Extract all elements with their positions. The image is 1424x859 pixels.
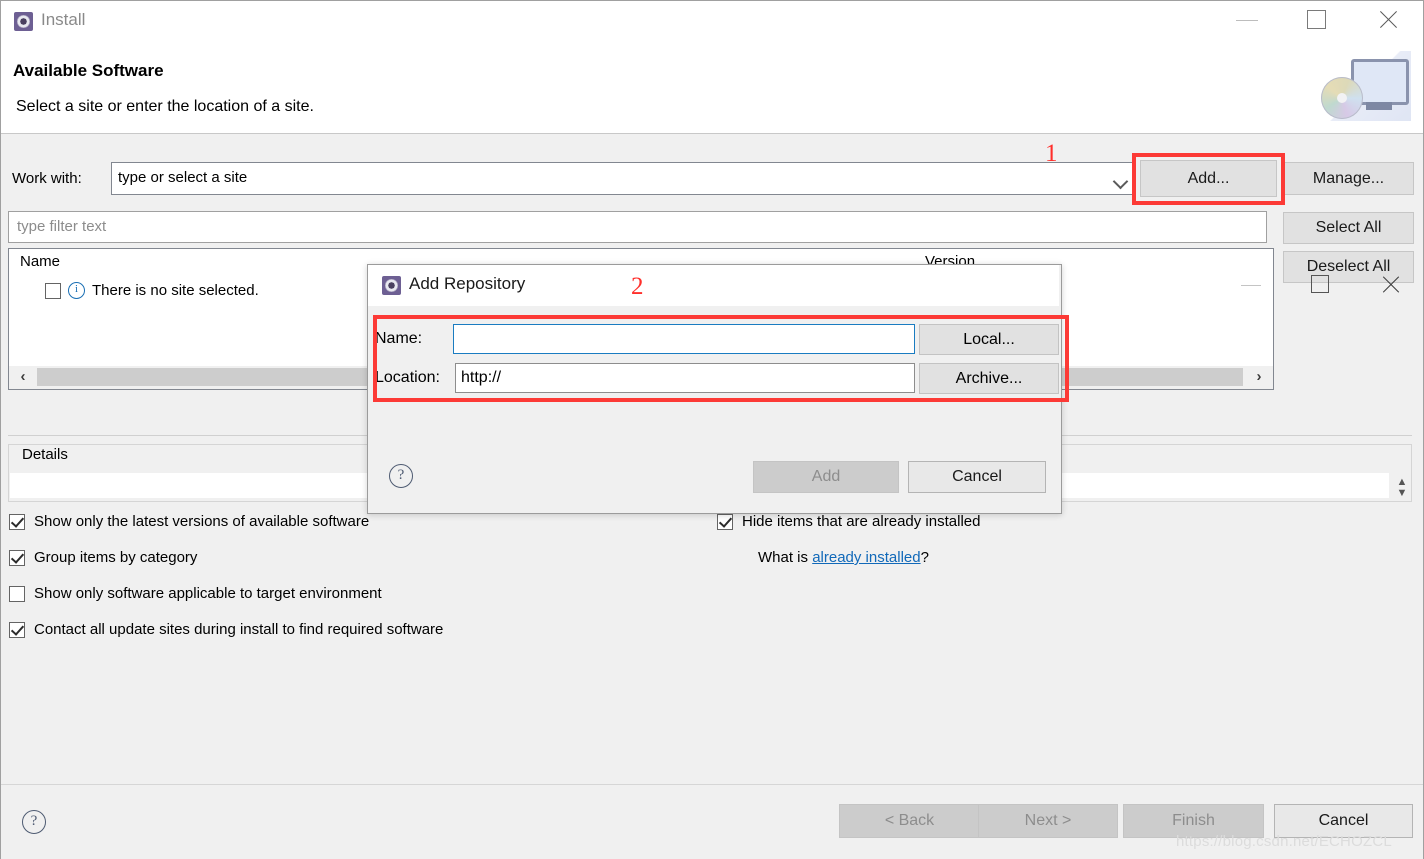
column-header-name[interactable]: Name bbox=[20, 253, 60, 270]
eclipse-gear-icon bbox=[382, 276, 401, 295]
dialog-cancel-button[interactable]: Cancel bbox=[908, 461, 1046, 493]
already-installed-link[interactable]: already installed bbox=[812, 549, 920, 566]
minimize-icon bbox=[1236, 20, 1258, 21]
minimize-icon bbox=[1241, 285, 1261, 286]
add-button[interactable]: Add... bbox=[1140, 160, 1277, 197]
scroll-left-arrow-icon[interactable]: ‹ bbox=[9, 366, 37, 388]
install-wizard-window: Install Available Software Select a site… bbox=[0, 0, 1424, 859]
location-input[interactable]: http:// bbox=[455, 363, 915, 393]
annotation-number-1: 1 bbox=[1045, 140, 1058, 167]
chevron-down-icon bbox=[1112, 173, 1129, 190]
checkbox-box[interactable] bbox=[9, 585, 25, 602]
checkbox-hide-installed[interactable]: Hide items that are already installed bbox=[717, 513, 980, 530]
select-all-button[interactable]: Select All bbox=[1283, 212, 1414, 244]
checkbox-box[interactable] bbox=[9, 621, 25, 638]
table-row[interactable]: i There is no site selected. bbox=[45, 282, 259, 299]
info-icon: i bbox=[68, 282, 85, 299]
checkbox-label: Show only the latest versions of availab… bbox=[34, 513, 370, 530]
page-title: Available Software bbox=[13, 61, 164, 80]
checkbox-box[interactable] bbox=[9, 549, 25, 566]
next-button[interactable]: Next > bbox=[978, 804, 1118, 838]
location-label: Location: bbox=[375, 369, 440, 386]
maximize-icon bbox=[1307, 10, 1326, 29]
watermark: https://blog.csdn.net/ECHOZCL bbox=[1176, 833, 1392, 850]
checkbox-label: Contact all update sites during install … bbox=[34, 621, 444, 638]
what-is-installed-text: What is already installed? bbox=[758, 549, 929, 566]
checkbox-show-latest-versions[interactable]: Show only the latest versions of availab… bbox=[9, 513, 369, 530]
location-value: http:// bbox=[461, 369, 502, 386]
filter-input[interactable]: type filter text bbox=[8, 211, 1267, 243]
add-repository-dialog: Add Repository Name: Local... Location: … bbox=[367, 264, 1400, 514]
details-label: Details bbox=[17, 446, 73, 463]
work-with-combo[interactable]: type or select a site bbox=[111, 162, 1135, 195]
dialog-add-button[interactable]: Add bbox=[753, 461, 899, 493]
checkbox-contact-update-sites[interactable]: Contact all update sites during install … bbox=[9, 621, 443, 638]
dialog-maximize-button[interactable] bbox=[1299, 265, 1343, 305]
checkbox-group-by-category[interactable]: Group items by category bbox=[9, 549, 197, 566]
dialog-title: Add Repository bbox=[409, 274, 526, 293]
dialog-minimize-button[interactable] bbox=[1230, 265, 1274, 305]
back-button[interactable]: < Back bbox=[839, 804, 980, 838]
details-spinner[interactable]: ▲ ▼ bbox=[1395, 477, 1409, 501]
cd-disc-icon bbox=[1321, 77, 1363, 119]
archive-button[interactable]: Archive... bbox=[919, 363, 1059, 394]
window-title: Install bbox=[41, 10, 86, 29]
maximize-icon bbox=[1311, 275, 1329, 293]
checkbox-label: Hide items that are already installed bbox=[742, 513, 981, 530]
maximize-button[interactable] bbox=[1295, 1, 1341, 39]
manage-button[interactable]: Manage... bbox=[1283, 162, 1414, 195]
what-is-suffix: ? bbox=[920, 549, 929, 566]
local-button[interactable]: Local... bbox=[919, 324, 1059, 355]
work-with-value: type or select a site bbox=[118, 169, 248, 186]
name-input[interactable] bbox=[453, 324, 915, 354]
checkbox-box[interactable] bbox=[9, 513, 25, 530]
row-checkbox[interactable] bbox=[45, 282, 61, 299]
close-button[interactable] bbox=[1366, 1, 1412, 39]
dialog-titlebar: Add Repository bbox=[368, 265, 1400, 306]
eclipse-gear-icon bbox=[14, 12, 33, 31]
what-is-prefix: What is bbox=[758, 549, 813, 566]
checkbox-label: Group items by category bbox=[34, 549, 198, 566]
work-with-label: Work with: bbox=[12, 170, 82, 187]
wizard-header: Available Software Select a site or ente… bbox=[1, 41, 1423, 134]
checkbox-label: Show only software applicable to target … bbox=[34, 585, 382, 602]
checkbox-box[interactable] bbox=[717, 513, 733, 530]
scroll-right-arrow-icon[interactable]: › bbox=[1245, 366, 1273, 388]
row-label: There is no site selected. bbox=[92, 282, 259, 299]
name-label: Name: bbox=[375, 330, 423, 347]
page-subtitle: Select a site or enter the location of a… bbox=[16, 98, 314, 115]
checkbox-target-environment[interactable]: Show only software applicable to target … bbox=[9, 585, 382, 602]
minimize-button[interactable] bbox=[1225, 1, 1271, 39]
filter-placeholder: type filter text bbox=[17, 218, 107, 235]
help-icon[interactable]: ? bbox=[22, 810, 46, 834]
annotation-number-2: 2 bbox=[631, 273, 644, 300]
window-titlebar: Install bbox=[1, 1, 1423, 41]
dialog-close-button[interactable] bbox=[1370, 265, 1414, 305]
dialog-help-icon[interactable]: ? bbox=[389, 464, 413, 488]
install-banner-image bbox=[1311, 51, 1411, 121]
